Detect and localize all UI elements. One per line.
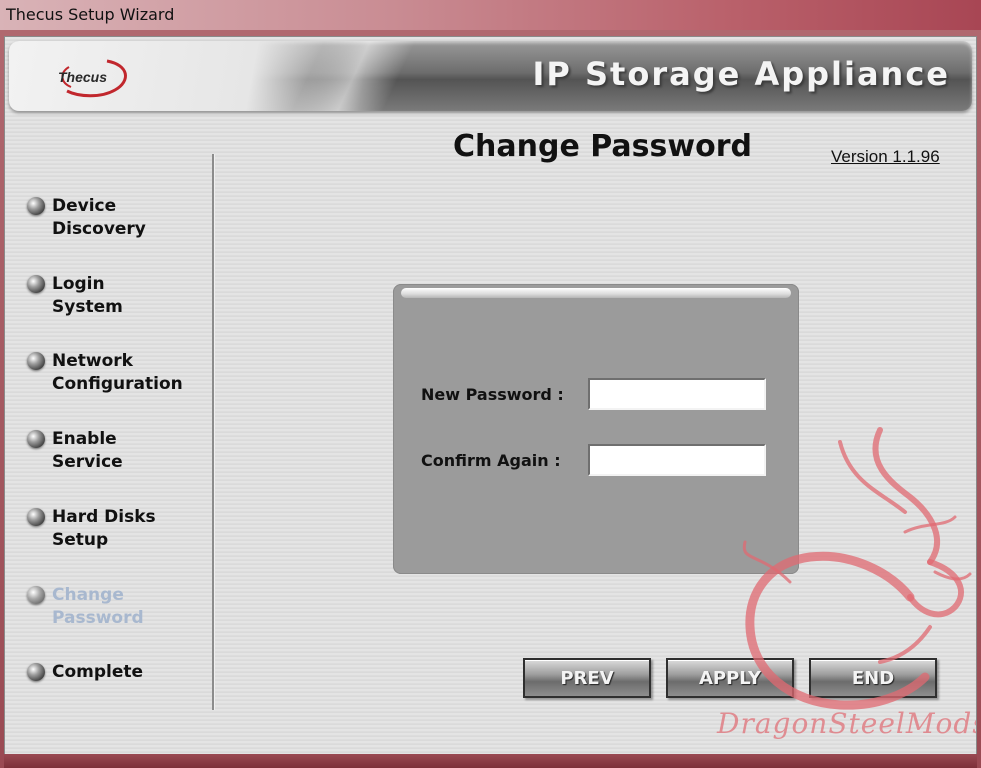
sidebar-item-hard-disks-setup[interactable]: Hard Disks Setup <box>27 506 202 552</box>
step-bullet-icon <box>27 430 45 448</box>
watermark-text: DragonSteelMods <box>717 707 977 740</box>
step-bullet-icon <box>27 663 45 681</box>
thecus-logo: Thecus <box>49 57 135 99</box>
version-link[interactable]: Version 1.1.96 <box>831 147 940 167</box>
prev-button[interactable]: PREV <box>523 658 651 698</box>
confirm-password-label: Confirm Again : <box>421 451 561 470</box>
header-banner: Thecus IP Storage Appliance <box>9 41 972 111</box>
end-button[interactable]: END <box>809 658 937 698</box>
sidebar-item-change-password[interactable]: Change Password <box>27 584 202 630</box>
sidebar-item-label: Login System <box>52 274 123 317</box>
sidebar-item-label: Hard Disks Setup <box>52 507 156 550</box>
step-bullet-icon <box>27 508 45 526</box>
wizard-window: Thecus IP Storage Appliance Device Discov… <box>4 36 977 762</box>
sidebar-item-complete[interactable]: Complete <box>27 661 202 684</box>
sidebar-item-login-system[interactable]: Login System <box>27 273 202 319</box>
window-bottom-border <box>4 754 977 768</box>
window-title: Thecus Setup Wizard <box>6 5 175 24</box>
new-password-label: New Password : <box>421 385 564 404</box>
sidebar-item-label: Change Password <box>52 585 144 628</box>
sidebar-item-enable-service[interactable]: Enable Service <box>27 428 202 474</box>
sidebar-item-label: Network Configuration <box>52 351 183 394</box>
sidebar-item-device-discovery[interactable]: Device Discovery <box>27 195 202 241</box>
sidebar-item-label: Device Discovery <box>52 196 146 239</box>
sidebar-item-label: Complete <box>52 662 144 682</box>
step-bullet-icon <box>27 352 45 370</box>
step-bullet-icon <box>27 586 45 604</box>
step-bullet-icon <box>27 275 45 293</box>
confirm-password-field[interactable] <box>588 444 766 476</box>
sidebar-item-label: Enable Service <box>52 429 123 472</box>
page-title: Change Password <box>453 129 752 164</box>
product-title: IP Storage Appliance <box>532 55 950 93</box>
sidebar-item-network-configuration[interactable]: Network Configuration <box>27 350 202 396</box>
step-bullet-icon <box>27 197 45 215</box>
logo-text: Thecus <box>58 69 108 85</box>
apply-button[interactable]: APPLY <box>666 658 794 698</box>
panel-header-bar <box>401 288 791 298</box>
window-title-bar[interactable]: Thecus Setup Wizard <box>0 0 981 30</box>
password-form-panel: New Password : Confirm Again : <box>393 284 799 574</box>
sidebar-divider <box>212 154 215 710</box>
new-password-field[interactable] <box>588 378 766 410</box>
banner-highlight <box>239 41 499 111</box>
